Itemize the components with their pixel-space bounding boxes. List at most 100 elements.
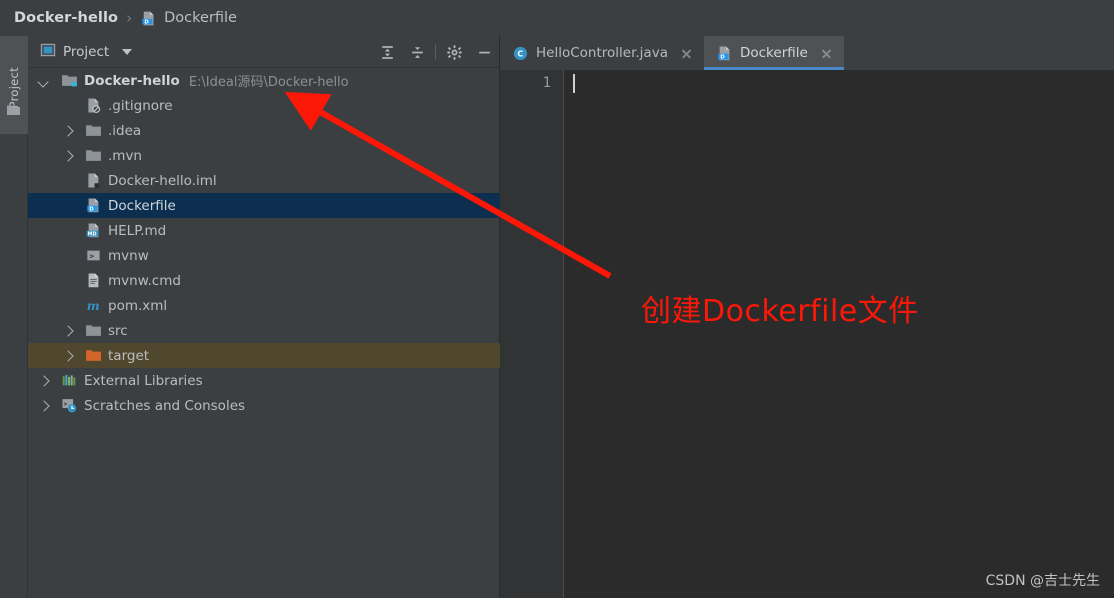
chevron-right-icon[interactable] xyxy=(62,150,74,162)
markdown-file-icon: MD xyxy=(85,222,102,239)
tree-arrow-placeholder xyxy=(62,175,74,187)
chevron-down-icon[interactable] xyxy=(122,48,133,55)
shell-script-icon: > xyxy=(84,247,102,265)
chevron-down-icon[interactable] xyxy=(38,75,50,87)
gitignore-file-icon xyxy=(84,97,102,115)
close-icon[interactable] xyxy=(680,47,693,60)
module-folder-icon xyxy=(60,72,78,90)
markdown-file-icon: MD xyxy=(84,222,102,240)
dockerfile-icon: D xyxy=(85,197,102,214)
folder-icon xyxy=(85,122,102,139)
project-panel-title-group[interactable]: Project xyxy=(28,42,133,62)
hide-button[interactable] xyxy=(469,36,499,68)
tree-arrow-placeholder xyxy=(62,200,74,212)
settings-button[interactable] xyxy=(439,36,469,68)
text-file-icon xyxy=(84,272,102,290)
tree-row[interactable]: .idea xyxy=(28,118,500,143)
tree-item-label: src xyxy=(108,322,128,339)
project-view-icon xyxy=(40,42,56,62)
svg-text:m: m xyxy=(86,299,99,313)
folder-icon xyxy=(85,147,102,164)
line-number: 1 xyxy=(542,75,551,91)
editor-body[interactable]: 1 xyxy=(500,70,1114,598)
shell-script-icon: > xyxy=(85,247,102,264)
tree-row[interactable]: src xyxy=(28,318,500,343)
project-panel-title: Project xyxy=(63,43,110,60)
tree-row[interactable]: > mvnw xyxy=(28,243,500,268)
ide-window: Docker-hello › D Dockerfile Project Proj… xyxy=(0,0,1114,598)
tree-row[interactable]: MD HELP.md xyxy=(28,218,500,243)
external-libraries-icon xyxy=(60,372,78,390)
tree-arrow-placeholder xyxy=(62,225,74,237)
tree-item-path: E:\Ideal源码\Docker-hello xyxy=(188,75,349,90)
tree-row[interactable]: .gitignore xyxy=(28,93,500,118)
tree-item-label: HELP.md xyxy=(108,222,167,239)
tree-arrow-placeholder xyxy=(62,250,74,262)
project-panel-actions xyxy=(372,36,499,68)
scratches-icon: > xyxy=(61,397,78,414)
tree-item-label: External Libraries xyxy=(84,372,203,389)
tree-item-label: Docker-hello.iml xyxy=(108,172,217,189)
project-tree[interactable]: Docker-hello E:\Ideal源码\Docker-hello .giti… xyxy=(28,68,500,598)
editor-tab-label: Dockerfile xyxy=(739,45,808,61)
chevron-right-icon[interactable] xyxy=(62,350,74,362)
chevron-right-icon[interactable] xyxy=(62,325,74,337)
editor-gutter[interactable]: 1 xyxy=(500,70,564,598)
excluded-folder-icon xyxy=(84,347,102,365)
chevron-right-icon[interactable] xyxy=(38,400,50,412)
editor-tab-label: HelloController.java xyxy=(536,45,668,61)
chevron-right-icon[interactable] xyxy=(62,125,74,137)
tree-row[interactable]: .mvn xyxy=(28,143,500,168)
gitignore-file-icon xyxy=(85,97,102,114)
left-tool-strip: Project xyxy=(0,36,28,598)
java-class-icon: C xyxy=(512,45,529,62)
tree-arrow-placeholder xyxy=(62,300,74,312)
breadcrumb-separator: › xyxy=(126,9,133,27)
tree-row[interactable]: Docker-hello E:\Ideal源码\Docker-hello xyxy=(28,68,500,93)
scratches-icon: > xyxy=(60,397,78,415)
folder-icon xyxy=(85,322,102,339)
tree-row[interactable]: D Dockerfile xyxy=(28,193,500,218)
maven-pom-icon: m xyxy=(84,297,102,315)
tree-item-label: pom.xml xyxy=(108,297,168,314)
project-tool-window: Project Docker-hello E:\Ideal源码\Docker-h… xyxy=(28,36,500,598)
folder-icon xyxy=(84,322,102,340)
svg-text:MD: MD xyxy=(87,231,96,237)
tree-arrow-placeholder xyxy=(62,100,74,112)
collapse-all-button[interactable] xyxy=(402,36,432,68)
iml-file-icon xyxy=(85,172,102,189)
editor-area: C HelloController.java D Dockerfile 1 xyxy=(500,36,1114,598)
tree-row[interactable]: mvnw.cmd xyxy=(28,268,500,293)
tree-row[interactable]: External Libraries xyxy=(28,368,500,393)
iml-file-icon xyxy=(84,172,102,190)
dockerfile-icon: D xyxy=(140,10,157,27)
breadcrumb-leaf[interactable]: Dockerfile xyxy=(164,10,237,26)
editor-tab-bar: C HelloController.java D Dockerfile xyxy=(500,36,1114,70)
maven-pom-icon: m xyxy=(85,297,102,314)
toolbar-divider xyxy=(435,44,436,60)
tree-item-label: Scratches and Consoles xyxy=(84,397,246,414)
tree-row[interactable]: > Scratches and Consoles xyxy=(28,393,500,418)
svg-text:C: C xyxy=(517,49,523,58)
tree-item-label: .idea xyxy=(108,122,142,139)
tree-item-label: mvnw.cmd xyxy=(108,272,181,289)
tree-item-label: Docker-hello xyxy=(84,72,180,89)
tree-row[interactable]: Docker-hello.iml xyxy=(28,168,500,193)
project-panel-header: Project xyxy=(28,36,499,68)
text-caret xyxy=(573,74,575,93)
editor-tab[interactable]: C HelloController.java xyxy=(500,36,704,70)
folder-icon xyxy=(84,147,102,165)
excluded-folder-icon xyxy=(85,347,102,364)
tree-row[interactable]: target xyxy=(28,343,500,368)
tree-row[interactable]: m pom.xml xyxy=(28,293,500,318)
editor-tab[interactable]: D Dockerfile xyxy=(703,36,844,70)
tree-arrow-placeholder xyxy=(62,275,74,287)
breadcrumb-root[interactable]: Docker-hello xyxy=(14,10,118,26)
svg-text:D: D xyxy=(720,54,725,60)
chevron-right-icon[interactable] xyxy=(38,375,50,387)
close-icon[interactable] xyxy=(820,47,833,60)
dockerfile-icon: D xyxy=(716,45,733,62)
breadcrumb: Docker-hello › D Dockerfile xyxy=(0,0,1114,36)
expand-all-button[interactable] xyxy=(372,36,402,68)
code-surface[interactable] xyxy=(565,70,1114,598)
